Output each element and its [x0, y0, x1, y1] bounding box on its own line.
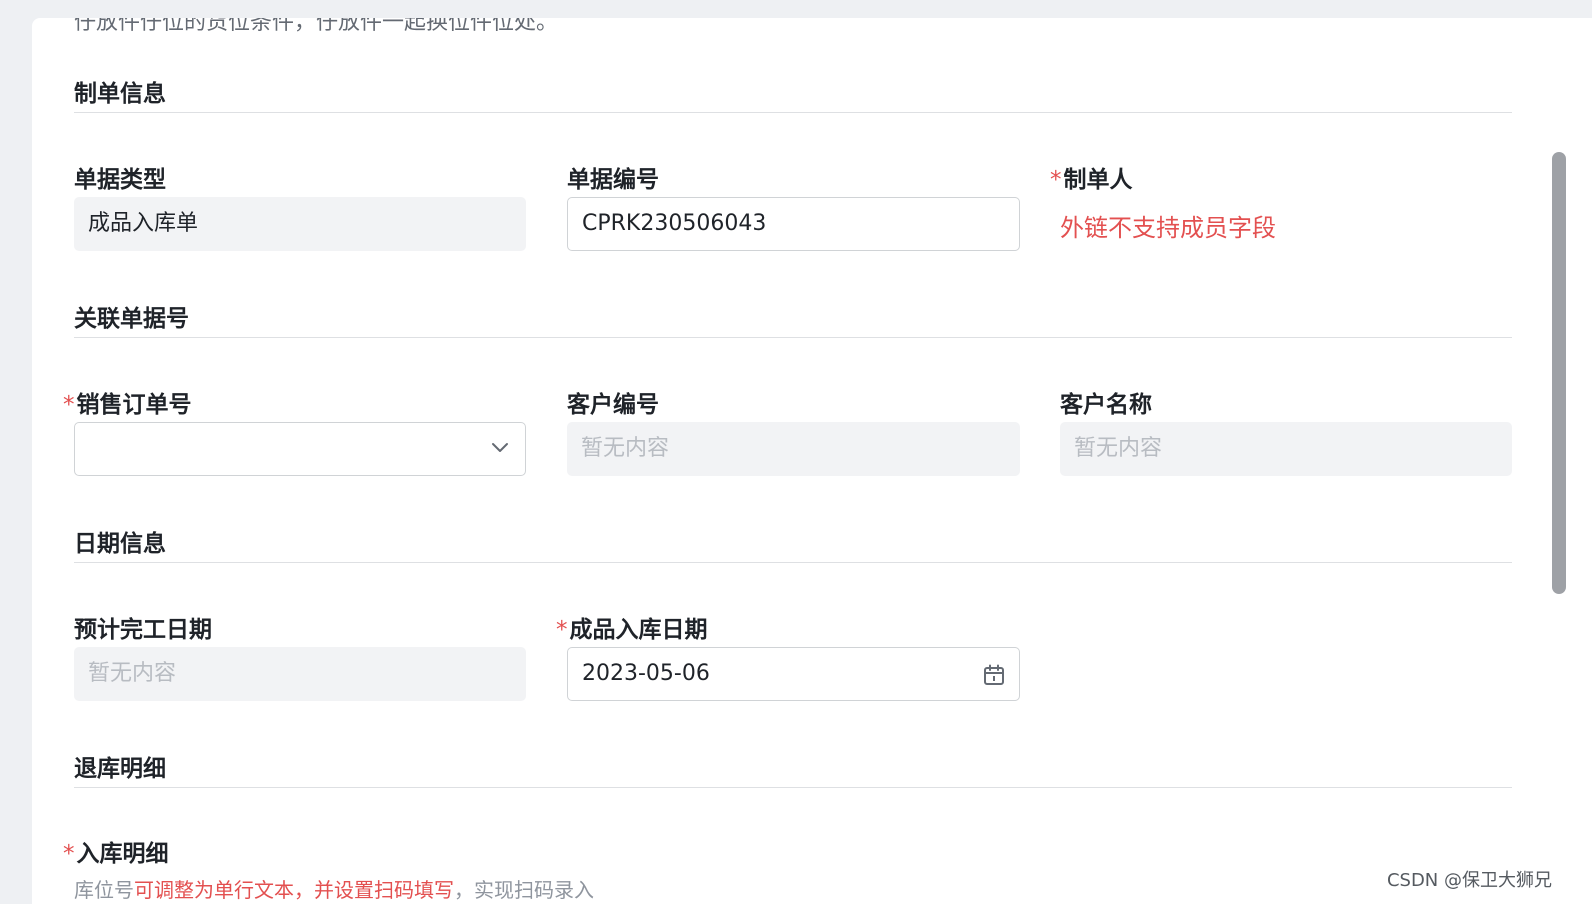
required-mark: *	[1050, 167, 1062, 193]
planned-finish-date-placeholder: 暂无内容	[88, 661, 177, 686]
section-title-related-docs: 关联单据号	[74, 306, 189, 332]
warehousing-details-hint: 库位号可调整为单行文本，并设置扫码填写，实现扫码录入	[74, 874, 594, 903]
required-mark: *	[63, 392, 75, 418]
watermark: CSDN @保卫大狮兄	[1386, 870, 1552, 891]
doc-number-label: 单据编号	[567, 167, 659, 193]
calendar-icon[interactable]	[983, 664, 1005, 686]
required-mark: *	[556, 617, 568, 643]
customer-name-field: 暂无内容	[1060, 422, 1512, 476]
creator-label: *制单人	[1050, 160, 1133, 194]
section-divider	[74, 337, 1512, 338]
warehousing-details-label: *入库明细	[63, 834, 169, 868]
warehousing-date-picker[interactable]: 2023-05-06	[567, 647, 1020, 701]
doc-type-field: 成品入库单	[74, 197, 526, 251]
section-title-return-details: 退库明细	[74, 756, 166, 782]
form-card: 仔放件仔位的货位条件，仔放件一起换位件位处。 制单信息 单据类型 成品入库单 单…	[32, 18, 1592, 904]
vertical-scrollbar[interactable]	[1552, 152, 1566, 594]
creator-unsupported-message: 外链不支持成员字段	[1060, 214, 1276, 242]
section-title-date-info: 日期信息	[74, 531, 166, 557]
section-divider	[74, 112, 1512, 113]
hint-prefix: 库位号	[74, 878, 134, 902]
hint-suffix: ，实现扫码录入	[454, 878, 594, 902]
sales-order-label-text: 销售订单号	[76, 392, 192, 418]
sales-order-label: *销售订单号	[63, 385, 192, 419]
doc-number-input[interactable]: CPRK230506043	[567, 197, 1020, 251]
doc-type-label: 单据类型	[74, 167, 166, 193]
section-title-document-info: 制单信息	[74, 81, 166, 107]
customer-code-label: 客户编号	[567, 392, 659, 418]
sales-order-select[interactable]	[74, 422, 526, 476]
warehousing-date-label: *成品入库日期	[556, 610, 708, 644]
warehousing-date-value: 2023-05-06	[582, 661, 710, 686]
planned-finish-date-field: 暂无内容	[74, 647, 526, 701]
customer-code-placeholder: 暂无内容	[581, 436, 670, 461]
hint-highlight: 可调整为单行文本，并设置扫码填写	[134, 878, 454, 902]
doc-number-value: CPRK230506043	[582, 211, 767, 236]
customer-name-label: 客户名称	[1060, 392, 1152, 418]
creator-label-text: 制单人	[1063, 167, 1133, 193]
warehousing-date-label-text: 成品入库日期	[569, 617, 708, 643]
doc-type-value: 成品入库单	[88, 211, 199, 236]
customer-code-field: 暂无内容	[567, 422, 1020, 476]
required-mark: *	[63, 841, 75, 867]
planned-finish-date-label: 预计完工日期	[74, 617, 212, 643]
clipped-description-text: 仔放件仔位的货位条件，仔放件一起换位件位处。	[74, 18, 559, 35]
section-divider	[74, 787, 1512, 788]
warehousing-details-label-text: 入库明细	[76, 841, 169, 867]
customer-name-placeholder: 暂无内容	[1074, 436, 1163, 461]
section-divider	[74, 562, 1512, 563]
chevron-down-icon	[492, 443, 508, 452]
